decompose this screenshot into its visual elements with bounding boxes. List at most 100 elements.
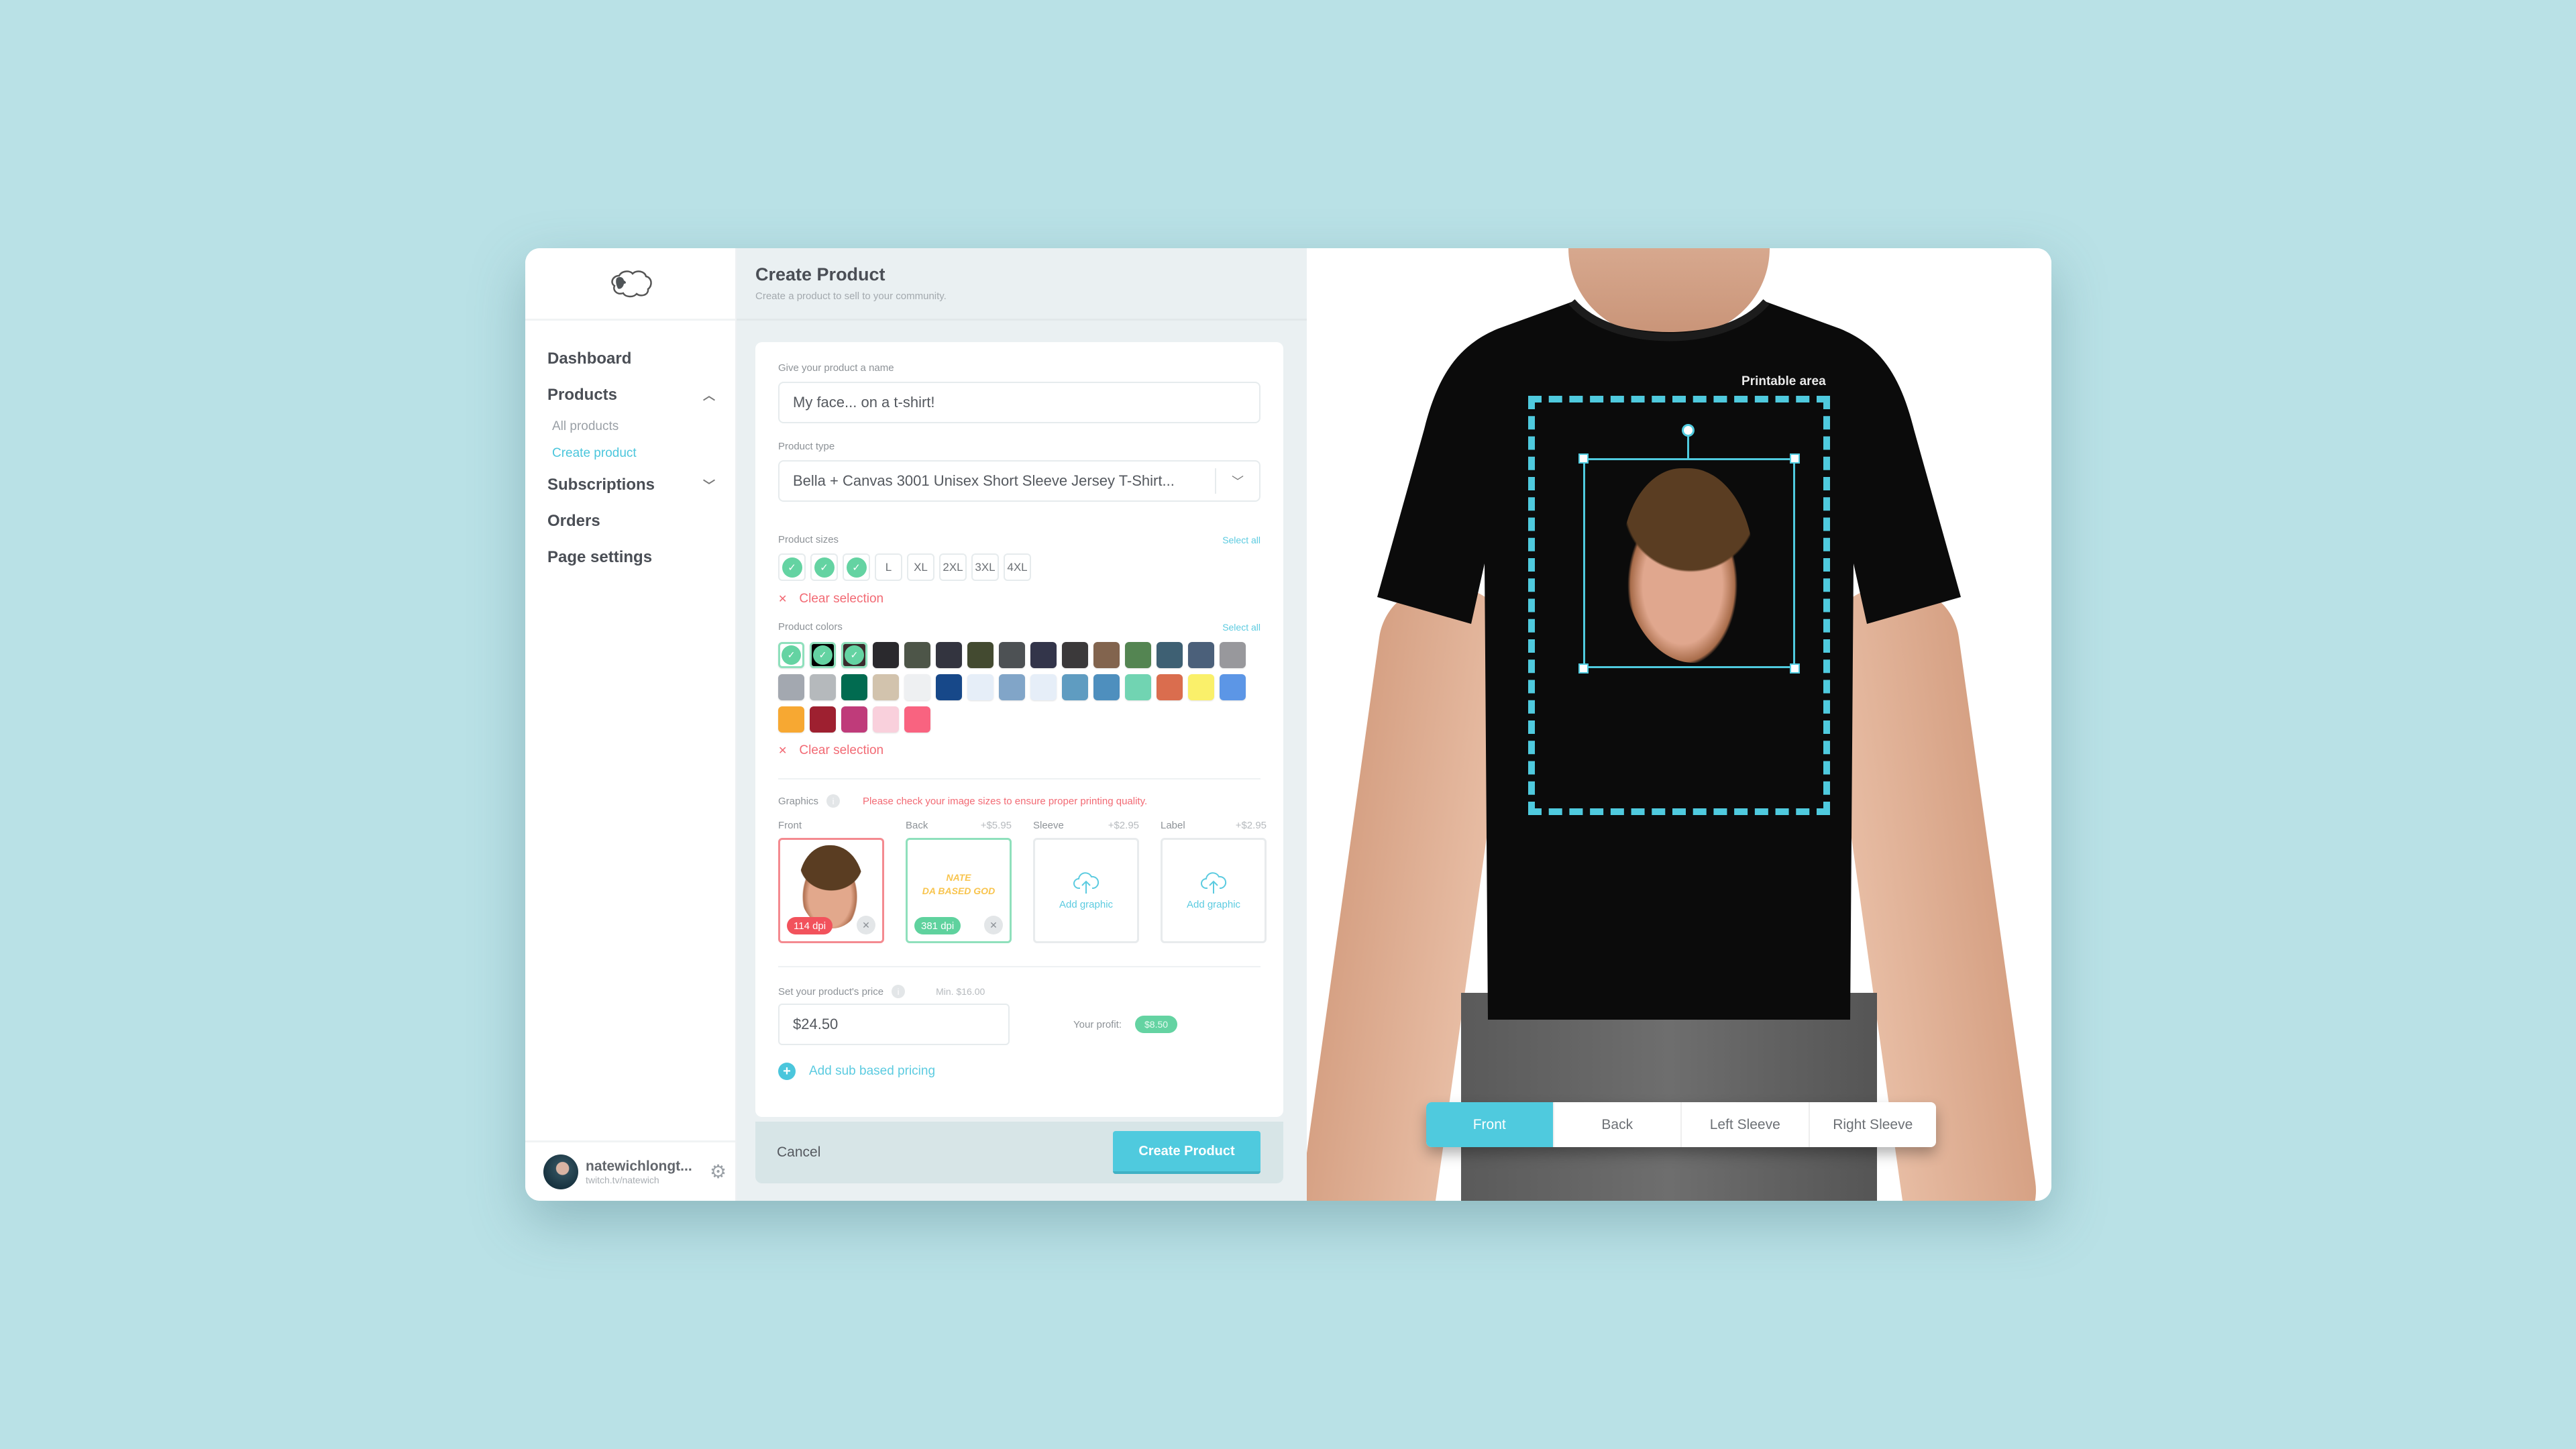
info-icon[interactable]: i xyxy=(892,985,906,998)
back-graphic-upload[interactable]: NATE DA BASED GOD 381 dpi ✕ xyxy=(906,838,1012,943)
color-swatch[interactable] xyxy=(810,706,836,733)
color-swatch[interactable] xyxy=(904,674,930,700)
color-swatch[interactable] xyxy=(1030,642,1057,668)
info-icon[interactable]: i xyxy=(826,794,841,808)
color-swatch[interactable] xyxy=(1220,674,1246,700)
sidebar-item-label: Subscriptions xyxy=(547,476,655,494)
color-swatch[interactable] xyxy=(873,706,899,733)
resize-handle-bottom-left[interactable] xyxy=(1578,663,1589,674)
size-option[interactable]: 3XL xyxy=(971,553,999,581)
color-swatch[interactable] xyxy=(1030,674,1057,700)
size-option[interactable]: 2XL xyxy=(939,553,967,581)
size-option[interactable]: L xyxy=(875,553,902,581)
tab-left-sleeve[interactable]: Left Sleeve xyxy=(1680,1102,1809,1147)
color-swatch[interactable] xyxy=(841,706,867,733)
size-label: L xyxy=(885,560,892,574)
color-swatch[interactable] xyxy=(936,674,962,700)
product-preview: Printable area Front Back Left Sleeve Ri… xyxy=(1307,248,2051,1201)
size-option[interactable]: XL xyxy=(907,553,934,581)
sidebar-subitem-all-products[interactable]: All products xyxy=(547,413,735,440)
divider xyxy=(778,966,1260,967)
logo[interactable] xyxy=(525,248,735,321)
color-swatch[interactable] xyxy=(1093,642,1120,668)
resize-handle-bottom-right[interactable] xyxy=(1790,663,1800,674)
graphic-slot-price: +$2.95 xyxy=(1235,820,1267,831)
color-swatch[interactable] xyxy=(1062,674,1088,700)
color-swatch[interactable] xyxy=(778,674,804,700)
color-swatch[interactable] xyxy=(1157,642,1183,668)
product-name-label: Give your product a name xyxy=(778,362,894,374)
create-product-button[interactable]: Create Product xyxy=(1113,1131,1260,1174)
product-name-value: My face... on a t-shirt! xyxy=(793,394,935,411)
color-swatch[interactable] xyxy=(999,642,1025,668)
add-sub-pricing-button[interactable]: + Add sub based pricing xyxy=(778,1063,1260,1080)
color-swatch[interactable] xyxy=(1157,674,1183,700)
size-option[interactable]: ✓ xyxy=(843,553,870,581)
page-title: Create Product xyxy=(755,264,885,284)
color-swatch[interactable] xyxy=(1188,642,1214,668)
cancel-button[interactable]: Cancel xyxy=(777,1144,820,1161)
resize-handle-top-left[interactable] xyxy=(1578,453,1589,464)
check-icon: ✓ xyxy=(813,645,833,665)
color-swatch[interactable] xyxy=(936,642,962,668)
sidebar-item-products[interactable]: Products ︿ xyxy=(547,377,735,413)
user-profile[interactable]: natewichlongt... twitch.tv/natewich ⚙ xyxy=(525,1140,735,1201)
gears-icon[interactable]: ⚙ xyxy=(710,1161,727,1183)
label-graphic-upload[interactable]: Add graphic xyxy=(1161,838,1267,943)
color-swatch[interactable] xyxy=(873,642,899,668)
color-swatch[interactable] xyxy=(967,642,994,668)
clear-sizes-button[interactable]: ✕ Clear selection xyxy=(778,592,1260,606)
color-swatch[interactable] xyxy=(1220,642,1246,668)
color-swatch[interactable]: ✓ xyxy=(841,642,867,668)
size-option[interactable]: ✓ xyxy=(810,553,838,581)
select-all-colors-link[interactable]: Select all xyxy=(1222,622,1260,633)
cloud-upload-icon xyxy=(1201,872,1227,894)
resize-handle-top-right[interactable] xyxy=(1790,453,1800,464)
size-options: ✓ ✓ ✓ L XL 2XL 3XL 4XL xyxy=(778,553,1260,581)
sidebar-nav: Dashboard Products ︿ All products Create… xyxy=(525,321,735,576)
color-swatch[interactable] xyxy=(904,642,930,668)
color-swatch[interactable] xyxy=(1188,674,1214,700)
tab-front[interactable]: Front xyxy=(1426,1102,1553,1147)
color-swatch[interactable]: ✓ xyxy=(778,642,804,668)
color-swatch[interactable] xyxy=(1093,674,1120,700)
chevron-down-icon[interactable]: ﹀ xyxy=(1215,468,1259,494)
size-option[interactable]: ✓ xyxy=(778,553,806,581)
check-icon: ✓ xyxy=(782,557,802,578)
color-swatch[interactable] xyxy=(778,706,804,733)
graphics-label: Graphics xyxy=(778,795,819,807)
color-swatch[interactable] xyxy=(841,674,867,700)
graphics-slots: Front 114 dpi ✕ Back +$5.95 NATE DA BASED… xyxy=(778,820,1267,943)
sidebar-item-page-settings[interactable]: Page settings xyxy=(547,539,735,576)
remove-graphic-button[interactable]: ✕ xyxy=(984,916,1003,934)
product-name-input[interactable]: My face... on a t-shirt! xyxy=(778,382,1260,423)
color-swatch[interactable] xyxy=(904,706,930,733)
color-swatch[interactable] xyxy=(1125,674,1151,700)
size-option[interactable]: 4XL xyxy=(1004,553,1031,581)
view-tabs: Front Back Left Sleeve Right Sleeve xyxy=(1426,1102,1936,1147)
color-swatch[interactable] xyxy=(999,674,1025,700)
color-swatch[interactable]: ✓ xyxy=(810,642,836,668)
color-swatch[interactable] xyxy=(810,674,836,700)
color-swatch[interactable] xyxy=(873,674,899,700)
color-swatch[interactable] xyxy=(1125,642,1151,668)
colors-header: Product colors Select all xyxy=(778,621,1260,633)
tab-back[interactable]: Back xyxy=(1552,1102,1681,1147)
graphic-selection-box[interactable] xyxy=(1583,458,1795,668)
sidebar-subitem-create-product[interactable]: Create product xyxy=(547,440,735,467)
sidebar-item-orders[interactable]: Orders xyxy=(547,503,735,539)
sidebar-item-subscriptions[interactable]: Subscriptions ﹀ xyxy=(547,467,735,503)
remove-graphic-button[interactable]: ✕ xyxy=(857,916,875,934)
front-graphic-upload[interactable]: 114 dpi ✕ xyxy=(778,838,884,943)
color-swatch[interactable] xyxy=(967,674,994,700)
sidebar-item-dashboard[interactable]: Dashboard xyxy=(547,341,735,377)
select-all-sizes-link[interactable]: Select all xyxy=(1222,535,1260,545)
tab-right-sleeve[interactable]: Right Sleeve xyxy=(1808,1102,1937,1147)
product-type-select[interactable]: Bella + Canvas 3001 Unisex Short Sleeve … xyxy=(778,460,1260,502)
sleeve-graphic-upload[interactable]: Add graphic xyxy=(1033,838,1139,943)
rotate-handle[interactable] xyxy=(1682,424,1695,437)
clear-colors-button[interactable]: ✕ Clear selection xyxy=(778,743,1260,758)
graphic-slot-price: +$2.95 xyxy=(1108,820,1139,831)
price-input[interactable]: $24.50 xyxy=(778,1004,1010,1045)
color-swatch[interactable] xyxy=(1062,642,1088,668)
